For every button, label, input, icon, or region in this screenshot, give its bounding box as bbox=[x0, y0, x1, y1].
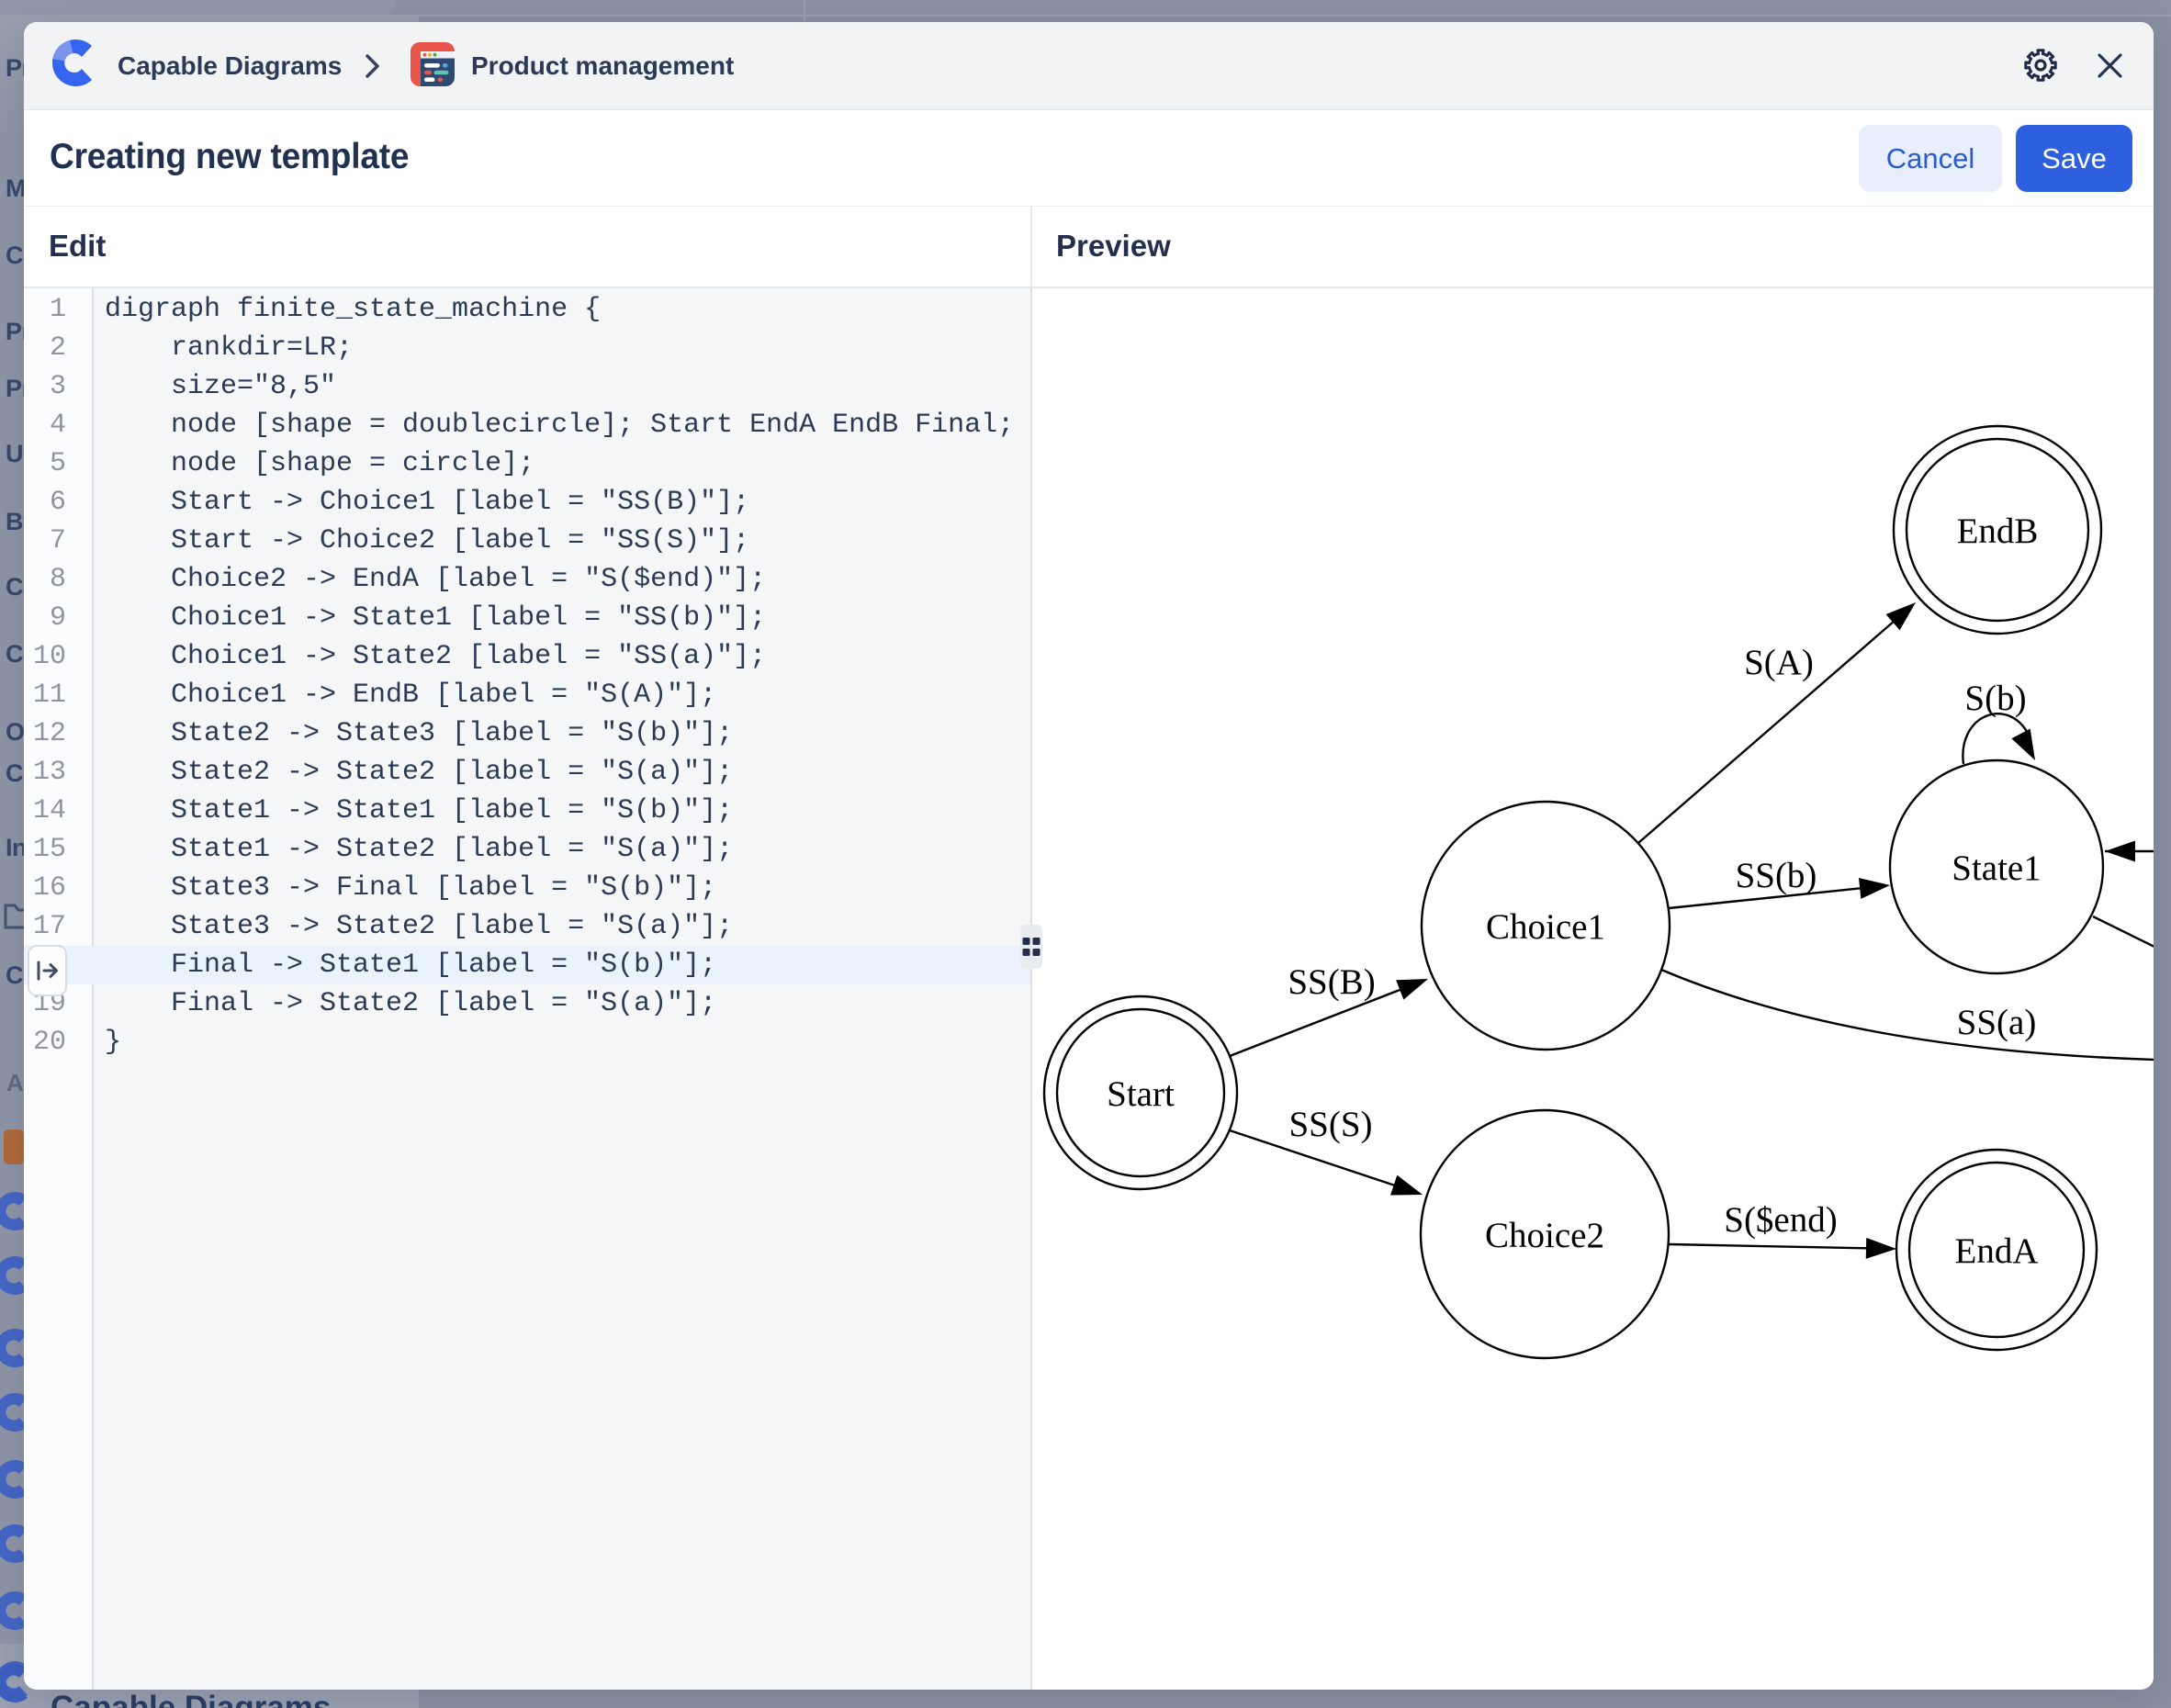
svg-text:S(A): S(A) bbox=[1744, 643, 1814, 682]
svg-text:Choice1: Choice1 bbox=[1486, 907, 1605, 947]
svg-text:SS(a): SS(a) bbox=[1957, 1003, 2037, 1042]
svg-text:State1: State1 bbox=[1952, 848, 2041, 888]
svg-text:S(b): S(b) bbox=[1964, 679, 2026, 718]
svg-text:Choice2: Choice2 bbox=[1485, 1216, 1604, 1255]
svg-text:SS(B): SS(B) bbox=[1288, 962, 1375, 1002]
svg-text:EndB: EndB bbox=[1957, 511, 2039, 551]
svg-text:Start: Start bbox=[1107, 1074, 1175, 1114]
svg-text:EndA: EndA bbox=[1955, 1231, 2039, 1271]
svg-text:SS(b): SS(b) bbox=[1736, 856, 1817, 895]
svg-text:SS(S): SS(S) bbox=[1288, 1105, 1372, 1144]
svg-text:S($end): S($end) bbox=[1724, 1200, 1837, 1240]
